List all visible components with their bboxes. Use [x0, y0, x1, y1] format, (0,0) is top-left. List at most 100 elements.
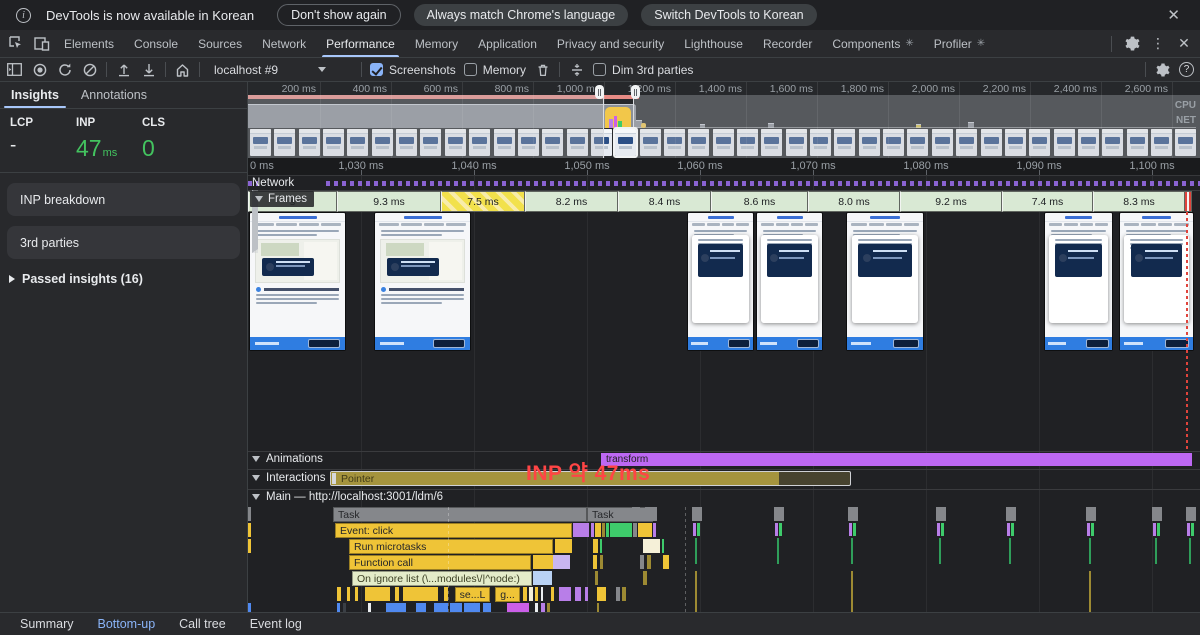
flame-fragment[interactable] [595, 571, 598, 585]
flame-fragment[interactable] [647, 555, 651, 569]
frame-cell[interactable]: 8.0 ms [808, 191, 900, 212]
insight-card-inp-breakdown[interactable]: INP breakdown [7, 183, 240, 216]
flame-fragment[interactable] [464, 603, 480, 612]
flame-fragment[interactable] [1191, 523, 1194, 536]
network-track-toggle[interactable]: Network [252, 177, 294, 189]
sidebar-tab-insights[interactable]: Insights [0, 82, 70, 108]
flame-fragment[interactable] [337, 587, 341, 601]
filmstrip-thumbnail[interactable] [615, 129, 636, 156]
frame-cell[interactable]: 9.2 ms [900, 191, 1002, 212]
more-options-icon[interactable]: ⋮ [1146, 32, 1170, 56]
flame-fragment[interactable] [395, 587, 399, 601]
frame-cell[interactable]: 9.3 ms [337, 191, 441, 212]
flame-fragment[interactable] [1091, 523, 1094, 536]
flame-fragment[interactable] [541, 603, 545, 612]
details-tab-summary[interactable]: Summary [10, 617, 83, 631]
flame-fragment[interactable] [248, 603, 251, 612]
flame-fragment[interactable] [248, 523, 251, 537]
tab-console[interactable]: Console [124, 30, 188, 57]
flame-fragment[interactable] [638, 523, 652, 537]
flame-fragment[interactable] [653, 523, 656, 537]
flame-fragment[interactable] [483, 603, 491, 612]
run-microtasks-bar[interactable]: Run microtasks [349, 539, 553, 554]
flame-fragment[interactable] [606, 523, 609, 537]
record-and-reload-icon[interactable] [56, 61, 73, 78]
flame-fragment[interactable] [593, 539, 598, 553]
frame-screenshot[interactable] [1045, 213, 1112, 350]
frame-cell[interactable]: 8.6 ms [711, 191, 808, 212]
interactions-track-toggle[interactable]: Interactions [252, 472, 325, 484]
task-bar[interactable]: Task [333, 507, 587, 522]
flame-fragment[interactable] [555, 539, 572, 553]
flame-fragment[interactable] [937, 523, 940, 536]
flame-fragment[interactable] [416, 603, 426, 612]
tab-performance[interactable]: Performance [316, 30, 405, 57]
tab-network[interactable]: Network [252, 30, 316, 57]
flame-fragment[interactable] [547, 603, 550, 612]
switch-korean-button[interactable]: Switch DevTools to Korean [641, 4, 816, 26]
flame-fragment[interactable] [593, 555, 597, 569]
flame-fragment[interactable] [533, 555, 553, 569]
tab-memory[interactable]: Memory [405, 30, 468, 57]
perf-settings-gear-icon[interactable] [1154, 61, 1171, 78]
frame-cell[interactable]: 8.4 ms [618, 191, 711, 212]
frame-screenshot[interactable] [250, 213, 345, 350]
flame-fragment[interactable] [645, 507, 657, 521]
clear-icon[interactable] [81, 61, 98, 78]
task-cluster[interactable] [848, 507, 858, 521]
tab-recorder[interactable]: Recorder [753, 30, 822, 57]
flame-fragment[interactable] [643, 539, 660, 553]
help-icon[interactable]: ? [1179, 62, 1194, 77]
memory-checkbox[interactable]: Memory [464, 63, 526, 77]
toggle-sidebar-icon[interactable] [6, 61, 23, 78]
flame-fragment[interactable] [849, 523, 852, 536]
upload-profile-icon[interactable] [115, 61, 132, 78]
flame-fragment[interactable] [693, 523, 696, 536]
flame-fragment[interactable] [248, 539, 251, 553]
match-language-button[interactable]: Always match Chrome's language [414, 4, 629, 26]
network-throttle-icon[interactable] [568, 61, 585, 78]
flame-fragment[interactable] [553, 555, 570, 569]
download-profile-icon[interactable] [140, 61, 157, 78]
flame-fragment[interactable] [248, 507, 251, 521]
tab-sources[interactable]: Sources [188, 30, 252, 57]
frame-screenshot[interactable] [757, 213, 822, 350]
flame-fragment[interactable] [1007, 523, 1010, 536]
flame-fragment[interactable] [1011, 523, 1014, 536]
flame-fragment[interactable] [343, 603, 346, 612]
tab-lighthouse[interactable]: Lighthouse [674, 30, 753, 57]
flame-fragment[interactable] [355, 587, 358, 601]
flame-fragment[interactable] [775, 523, 778, 536]
set-bar[interactable]: se...L [455, 587, 490, 602]
flame-fragment[interactable] [600, 539, 602, 553]
flame-fragment[interactable] [365, 587, 390, 601]
event-click-bar[interactable]: Event: click [335, 523, 572, 538]
flame-fragment[interactable] [523, 587, 527, 601]
flame-fragment[interactable] [347, 587, 350, 601]
device-toolbar-icon[interactable] [34, 36, 50, 52]
flame-fragment[interactable] [529, 587, 533, 601]
details-tab-call-tree[interactable]: Call tree [169, 617, 236, 631]
flame-fragment[interactable] [595, 523, 601, 537]
flame-fragment[interactable] [1187, 523, 1190, 536]
frame-screenshot[interactable] [688, 213, 753, 350]
flame-fragment[interactable] [507, 603, 529, 612]
task-cluster[interactable] [692, 507, 702, 521]
frame-screenshot[interactable] [375, 213, 470, 350]
timeline-minimap[interactable]: CPU NET 200 ms400 ms600 ms800 ms1,000 ms… [248, 82, 1200, 158]
flame-fragment[interactable] [368, 603, 371, 612]
flame-fragment[interactable] [585, 587, 588, 601]
flame-fragment[interactable] [1153, 523, 1156, 536]
record-icon[interactable] [31, 61, 48, 78]
animations-track-toggle[interactable]: Animations [252, 453, 323, 465]
flame-fragment[interactable] [853, 523, 856, 536]
flame-fragment[interactable] [386, 603, 406, 612]
g-bar[interactable]: g... [495, 587, 520, 602]
frame-screenshot[interactable] [1120, 213, 1193, 350]
brush-right-handle[interactable] [631, 85, 640, 99]
function-call-bar[interactable]: Function call [349, 555, 531, 570]
flame-fragment[interactable] [575, 587, 581, 601]
frame-cell[interactable]: 7.5 ms [441, 191, 525, 212]
task-bar[interactable]: Task [587, 507, 653, 522]
flame-fragment[interactable] [450, 603, 462, 612]
